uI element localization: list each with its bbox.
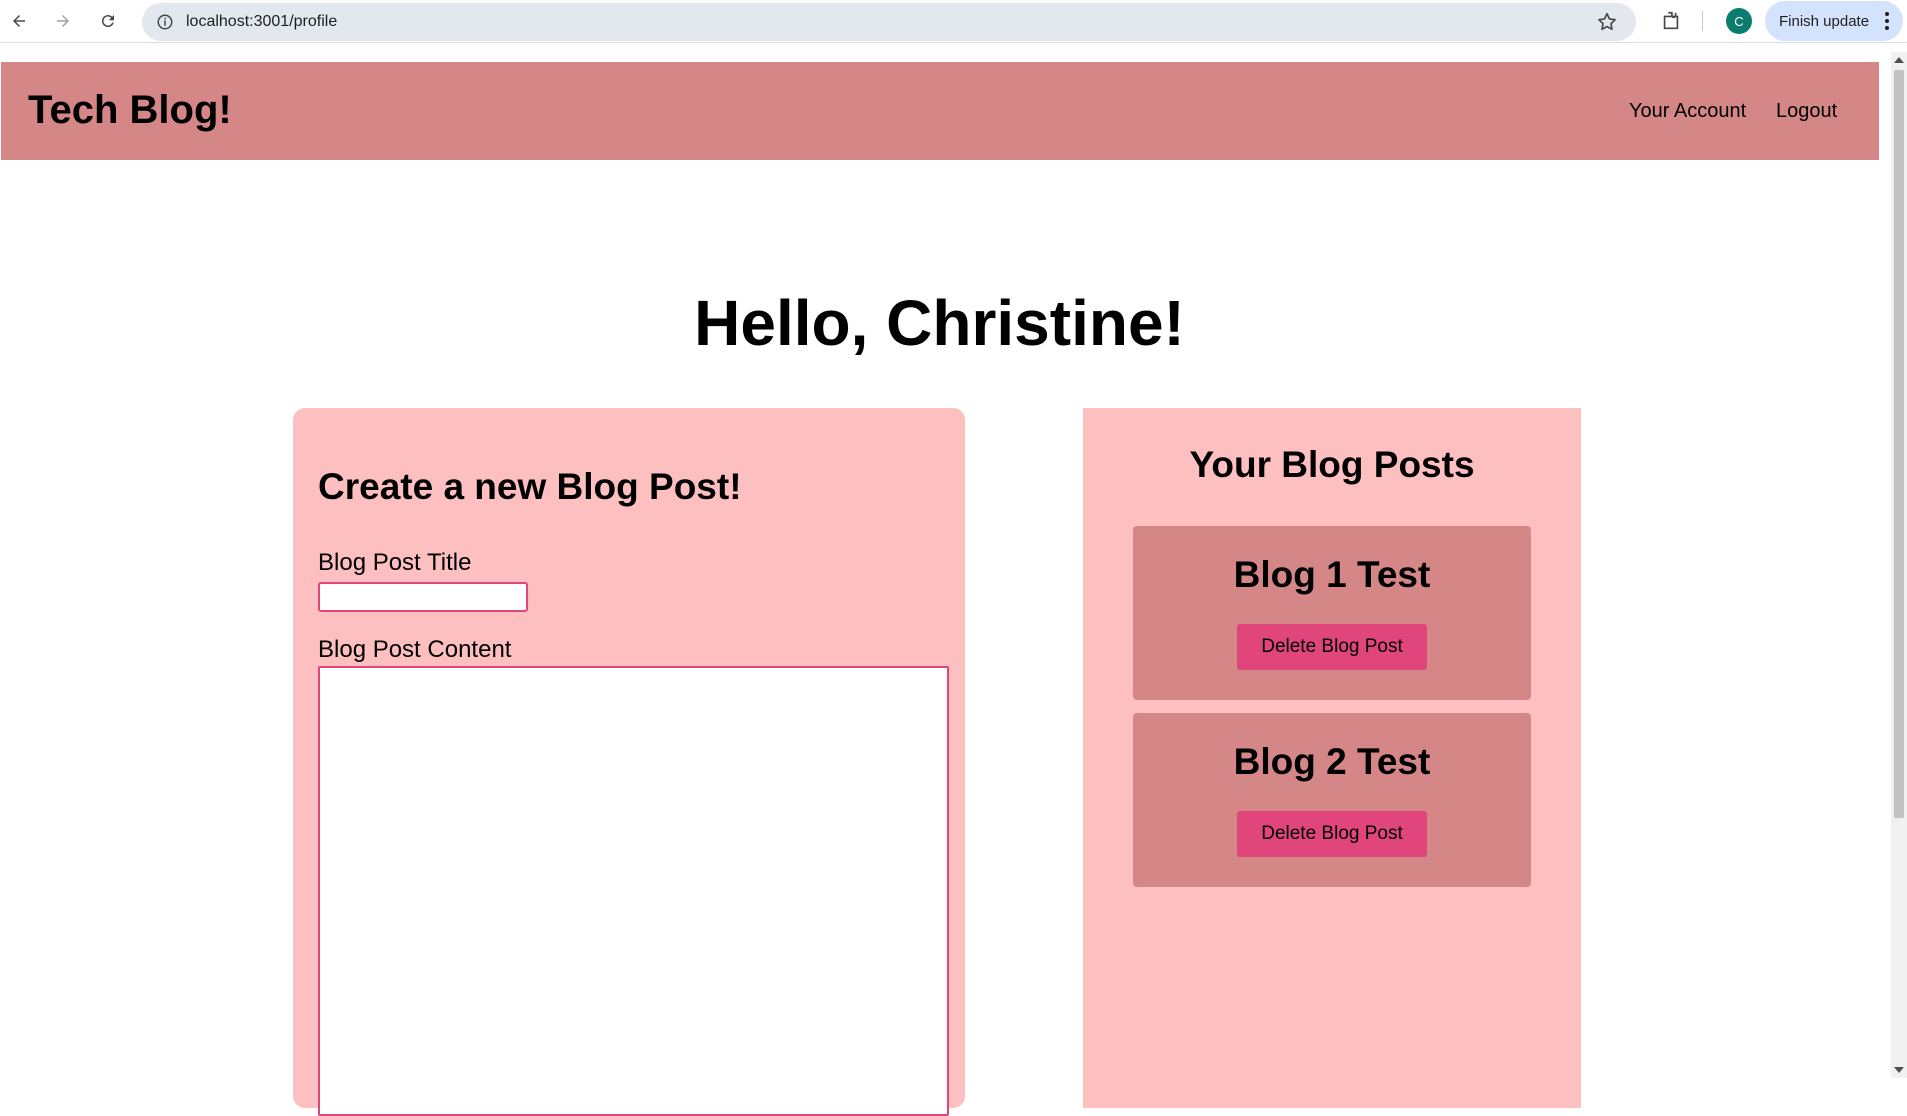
blog-post-item: Blog 2 Test Delete Blog Post — [1133, 713, 1531, 887]
post-title-label: Blog Post Title — [318, 549, 472, 576]
profile-avatar[interactable]: C — [1726, 8, 1752, 34]
url-text: localhost:3001/profile — [186, 13, 338, 30]
delete-blog-post-button[interactable]: Delete Blog Post — [1237, 624, 1427, 670]
create-post-heading: Create a new Blog Post! — [318, 466, 742, 507]
blog-post-title[interactable]: Blog 2 Test — [1133, 741, 1531, 783]
finish-update-button[interactable]: Finish update — [1765, 1, 1903, 41]
post-title-input[interactable] — [318, 582, 528, 612]
delete-blog-post-button[interactable]: Delete Blog Post — [1237, 811, 1427, 857]
scroll-up-arrow-icon[interactable] — [1894, 57, 1904, 63]
nav-logout-link[interactable]: Logout — [1776, 100, 1837, 123]
site-title[interactable]: Tech Blog! — [28, 88, 232, 133]
blog-post-title[interactable]: Blog 1 Test — [1133, 554, 1531, 596]
toolbar-divider — [1702, 11, 1703, 31]
scroll-down-arrow-icon[interactable] — [1894, 1067, 1904, 1073]
create-post-card: Create a new Blog Post! Blog Post Title … — [293, 408, 965, 1116]
forward-icon[interactable] — [50, 8, 76, 34]
address-bar[interactable]: localhost:3001/profile — [142, 3, 1636, 41]
greeting-heading: Hello, Christine! — [694, 287, 1185, 359]
post-content-label: Blog Post Content — [318, 636, 512, 663]
site-header: Tech Blog! Your Account Logout — [1, 62, 1879, 160]
page-scrollbar[interactable] — [1891, 52, 1907, 1078]
more-menu-icon[interactable] — [1885, 11, 1889, 31]
site-info-icon[interactable] — [156, 13, 174, 31]
your-posts-heading: Your Blog Posts — [1189, 444, 1475, 485]
bookmark-star-icon[interactable] — [1596, 11, 1618, 33]
scroll-thumb[interactable] — [1894, 70, 1904, 818]
your-posts-card: Your Blog Posts Blog 1 Test Delete Blog … — [1083, 408, 1581, 1108]
nav-your-account-link[interactable]: Your Account — [1629, 100, 1746, 123]
finish-update-label: Finish update — [1779, 12, 1870, 30]
browser-toolbar: localhost:3001/profile C Finish update — [0, 0, 1907, 43]
extensions-icon[interactable] — [1660, 10, 1682, 32]
post-content-textarea[interactable] — [318, 666, 949, 1116]
reload-icon[interactable] — [95, 8, 121, 34]
page: Tech Blog! Your Account Logout Hello, Ch… — [0, 62, 1879, 1116]
blog-post-item: Blog 1 Test Delete Blog Post — [1133, 526, 1531, 700]
back-icon[interactable] — [6, 8, 32, 34]
